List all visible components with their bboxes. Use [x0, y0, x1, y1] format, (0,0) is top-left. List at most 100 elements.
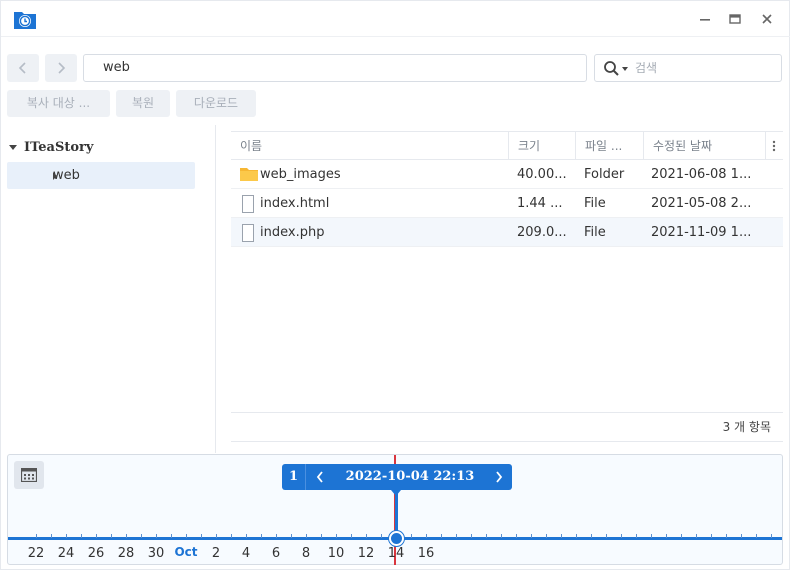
- column-size[interactable]: 크기: [509, 132, 576, 160]
- maximize-button[interactable]: [725, 9, 745, 29]
- table-row[interactable]: index.html 1.44 ... File 2021-05-08 2...: [231, 189, 783, 218]
- timeline-tick: [36, 534, 37, 538]
- timeline-tick: [576, 534, 577, 538]
- datebar-pointer: [391, 490, 401, 496]
- timeline-tick: [306, 534, 307, 538]
- table-row[interactable]: web_images 40.00... Folder 2021-06-08 1.…: [231, 160, 783, 189]
- timeline-tick: [141, 534, 142, 538]
- timeline-tick: [66, 534, 67, 538]
- timeline-tick: [291, 534, 292, 538]
- chevron-right-icon: [58, 62, 66, 74]
- timeline-tick: [756, 534, 757, 538]
- timeline-day-label: 4: [241, 546, 251, 561]
- file-type: File: [584, 196, 606, 211]
- file-name: index.html: [260, 196, 330, 211]
- timeline-tick: [261, 534, 262, 538]
- timeline-tick: [531, 534, 532, 538]
- timeline-tick: [186, 534, 187, 538]
- minimize-icon: [700, 19, 710, 21]
- item-count: 3 개 항목: [231, 412, 783, 442]
- timeline-day-label: 12: [357, 546, 375, 561]
- restore-button[interactable]: 복원: [116, 90, 170, 117]
- timeline-tick: [111, 534, 112, 538]
- timeline-tick: [171, 534, 172, 538]
- back-button[interactable]: [7, 54, 39, 82]
- timeline-tick: [156, 534, 157, 538]
- timeline-tick: [561, 534, 562, 538]
- timeline-tick: [666, 534, 667, 538]
- close-button[interactable]: [757, 9, 777, 29]
- table-row[interactable]: index.php 209.0... File 2021-11-09 1...: [231, 218, 783, 247]
- search-box[interactable]: [594, 54, 782, 82]
- column-menu-button[interactable]: [766, 132, 783, 160]
- backup-timeline[interactable]: 1 2022-10-04 22:13 22 24 26 28 30 Oct 2 4 6 8 10 12…: [7, 454, 783, 565]
- close-icon: [762, 14, 772, 24]
- calendar-button[interactable]: [14, 461, 44, 489]
- timeline-tick: [486, 534, 487, 538]
- file-icon: [240, 195, 256, 217]
- timeline-day-label: 6: [271, 546, 281, 561]
- timeline-day-label: 2: [211, 546, 221, 561]
- search-options-caret-icon[interactable]: [622, 67, 628, 71]
- timeline-tick: [426, 534, 427, 538]
- backup-explorer-window: web 복사 대상 ... 복원 다운로드 ITeaStory web 이름 크…: [0, 0, 790, 570]
- timeline-tick: [126, 534, 127, 538]
- chevron-left-icon: [18, 62, 26, 74]
- timeline-tick: [441, 534, 442, 538]
- file-list: 이름 크기 파일 ... 수정된 날짜 web_images 40.00... …: [231, 131, 783, 443]
- previous-version-button[interactable]: [307, 464, 333, 490]
- maximize-icon: [729, 14, 741, 24]
- timeline-tick: [231, 534, 232, 538]
- file-list-header: 이름 크기 파일 ... 수정된 날짜: [231, 131, 783, 160]
- toolbar: web 복사 대상 ... 복원 다운로드: [1, 37, 790, 121]
- expand-arrow-icon[interactable]: [9, 144, 17, 150]
- timeline-day-label: 24: [57, 546, 75, 561]
- timeline-tick: [216, 534, 217, 538]
- download-button[interactable]: 다운로드: [176, 90, 256, 117]
- file-modified: 2021-11-09 1...: [651, 225, 752, 240]
- timeline-tick: [411, 534, 412, 538]
- more-vertical-icon: [772, 140, 776, 152]
- forward-button[interactable]: [45, 54, 77, 82]
- timeline-tick: [51, 534, 52, 538]
- timeline-tick: [681, 534, 682, 538]
- file-icon: [240, 224, 256, 246]
- timeline-tick: [456, 534, 457, 538]
- timeline-tick: [201, 534, 202, 538]
- tree-item-label: web: [53, 168, 80, 183]
- file-modified: 2021-06-08 1...: [651, 167, 752, 182]
- timeline-tick: [471, 534, 472, 538]
- collapse-arrow-icon[interactable]: [53, 172, 57, 180]
- version-datetime: 2022-10-04 22:13: [345, 469, 475, 484]
- timeline-tick: [726, 534, 727, 538]
- column-name[interactable]: 이름: [231, 132, 509, 160]
- column-modified[interactable]: 수정된 날짜: [644, 132, 766, 160]
- chevron-right-icon: [496, 471, 503, 483]
- timeline-tick: [366, 534, 367, 538]
- timeline-tick: [501, 534, 502, 538]
- next-version-button[interactable]: [486, 464, 512, 490]
- timeline-slider-handle[interactable]: [389, 531, 404, 546]
- timeline-day-label: 16: [417, 546, 435, 561]
- path-field[interactable]: web: [83, 54, 587, 82]
- timeline-tick: [591, 534, 592, 538]
- timeline-tick: [606, 534, 607, 538]
- tree-root-iteastory[interactable]: ITeaStory: [9, 137, 93, 157]
- file-modified: 2021-05-08 2...: [651, 196, 752, 211]
- timeline-day-label: 22: [27, 546, 45, 561]
- search-input[interactable]: [635, 59, 775, 77]
- timeline-tick: [741, 534, 742, 538]
- search-icon[interactable]: [603, 60, 621, 82]
- folder-tree: ITeaStory web: [1, 125, 216, 453]
- column-type[interactable]: 파일 ...: [576, 132, 644, 160]
- timeline-day-label: 10: [327, 546, 345, 561]
- file-type: File: [584, 225, 606, 240]
- tree-root-label: ITeaStory: [24, 139, 94, 155]
- copy-to-button[interactable]: 복사 대상 ...: [7, 90, 110, 117]
- minimize-button[interactable]: [695, 9, 715, 29]
- timeline-tick: [96, 534, 97, 538]
- file-type: Folder: [584, 167, 625, 182]
- timeline-tick: [771, 534, 772, 538]
- timeline-tick: [651, 534, 652, 538]
- tree-item-web[interactable]: web: [7, 162, 195, 189]
